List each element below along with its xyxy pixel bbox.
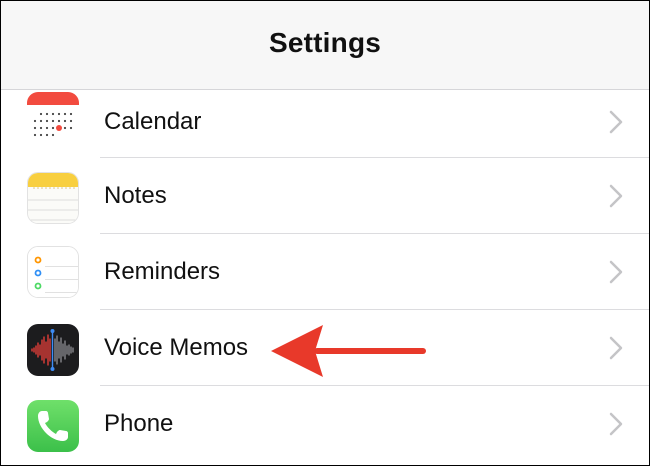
annotation-arrow-icon — [271, 325, 426, 377]
reminders-icon — [27, 246, 79, 298]
settings-row-notes[interactable]: Notes — [1, 158, 649, 234]
settings-row-label: Phone — [104, 410, 174, 437]
chevron-right-icon — [609, 110, 623, 134]
chevron-right-icon — [609, 260, 623, 284]
settings-row-phone[interactable]: Phone — [1, 386, 649, 462]
navigation-bar: Settings — [1, 1, 649, 90]
settings-row-calendar[interactable]: Calendar — [1, 86, 649, 158]
settings-row-label: Notes — [104, 182, 167, 209]
calendar-icon — [27, 92, 79, 144]
page-title: Settings — [268, 27, 382, 58]
voice-memos-icon — [27, 324, 79, 376]
settings-row-label: Calendar — [104, 108, 202, 135]
chevron-right-icon — [609, 336, 623, 360]
settings-screen: Settings Calendar Notes Reminders Voice … — [0, 0, 650, 466]
chevron-right-icon — [609, 184, 623, 208]
settings-row-label: Voice Memos — [104, 334, 249, 361]
phone-icon — [27, 400, 79, 452]
settings-row-reminders[interactable]: Reminders — [1, 234, 649, 310]
settings-row-label: Reminders — [104, 258, 221, 285]
notes-icon — [27, 172, 79, 224]
chevron-right-icon — [609, 412, 623, 436]
